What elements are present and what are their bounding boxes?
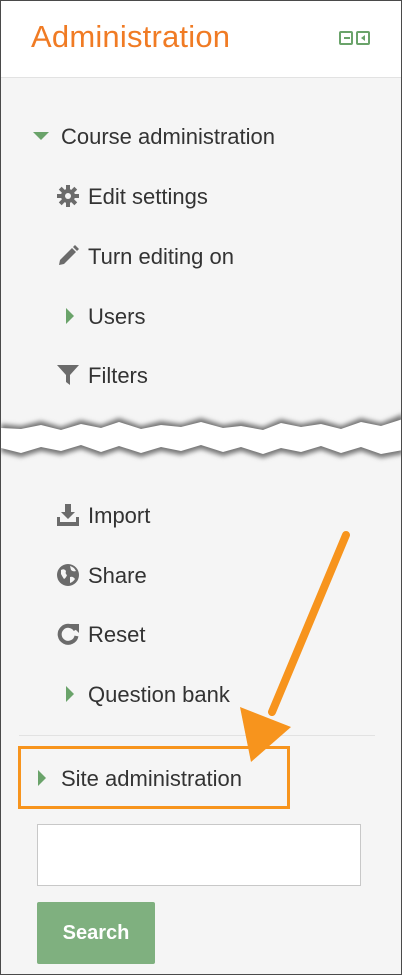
administration-block: Administration Course administration Edi… (0, 0, 402, 975)
section-divider (19, 735, 375, 736)
block-header: Administration (1, 1, 401, 78)
header-controls (339, 31, 370, 45)
turn-editing-on-label: Turn editing on (88, 244, 234, 270)
collapse-arrow-icon (33, 132, 49, 140)
edit-settings-link[interactable]: Edit settings (56, 183, 208, 210)
reset-link[interactable]: Reset (56, 621, 145, 648)
expand-arrow-icon (66, 308, 74, 324)
block-title: Administration (31, 19, 231, 54)
import-icon (57, 504, 79, 526)
share-label: Share (88, 563, 147, 589)
search-button[interactable]: Search (37, 902, 155, 964)
turn-editing-on-link[interactable]: Turn editing on (56, 243, 234, 270)
filters-label: Filters (88, 363, 148, 389)
reset-icon (57, 623, 79, 645)
question-bank-label: Question bank (88, 682, 230, 708)
import-link[interactable]: Import (56, 502, 150, 529)
dock-icon[interactable] (339, 31, 353, 45)
filters-link[interactable]: Filters (56, 362, 148, 389)
torn-edge-break (1, 414, 401, 458)
question-bank-node[interactable]: Question bank (56, 681, 230, 708)
highlight-box (18, 746, 290, 809)
course-administration-label: Course administration (61, 124, 275, 150)
pencil-icon (59, 245, 79, 265)
filter-icon (57, 365, 79, 385)
users-label: Users (88, 304, 146, 330)
share-link[interactable]: Share (56, 562, 147, 589)
gear-icon (57, 185, 79, 207)
admin-search-input[interactable] (37, 824, 361, 886)
users-node[interactable]: Users (56, 303, 145, 330)
globe-icon (57, 564, 79, 586)
move-icon[interactable] (356, 31, 370, 45)
expand-arrow-icon (66, 686, 74, 702)
edit-settings-label: Edit settings (88, 184, 208, 210)
reset-label: Reset (88, 622, 146, 648)
course-administration-node[interactable]: Course administration (31, 123, 275, 150)
import-label: Import (88, 503, 151, 529)
